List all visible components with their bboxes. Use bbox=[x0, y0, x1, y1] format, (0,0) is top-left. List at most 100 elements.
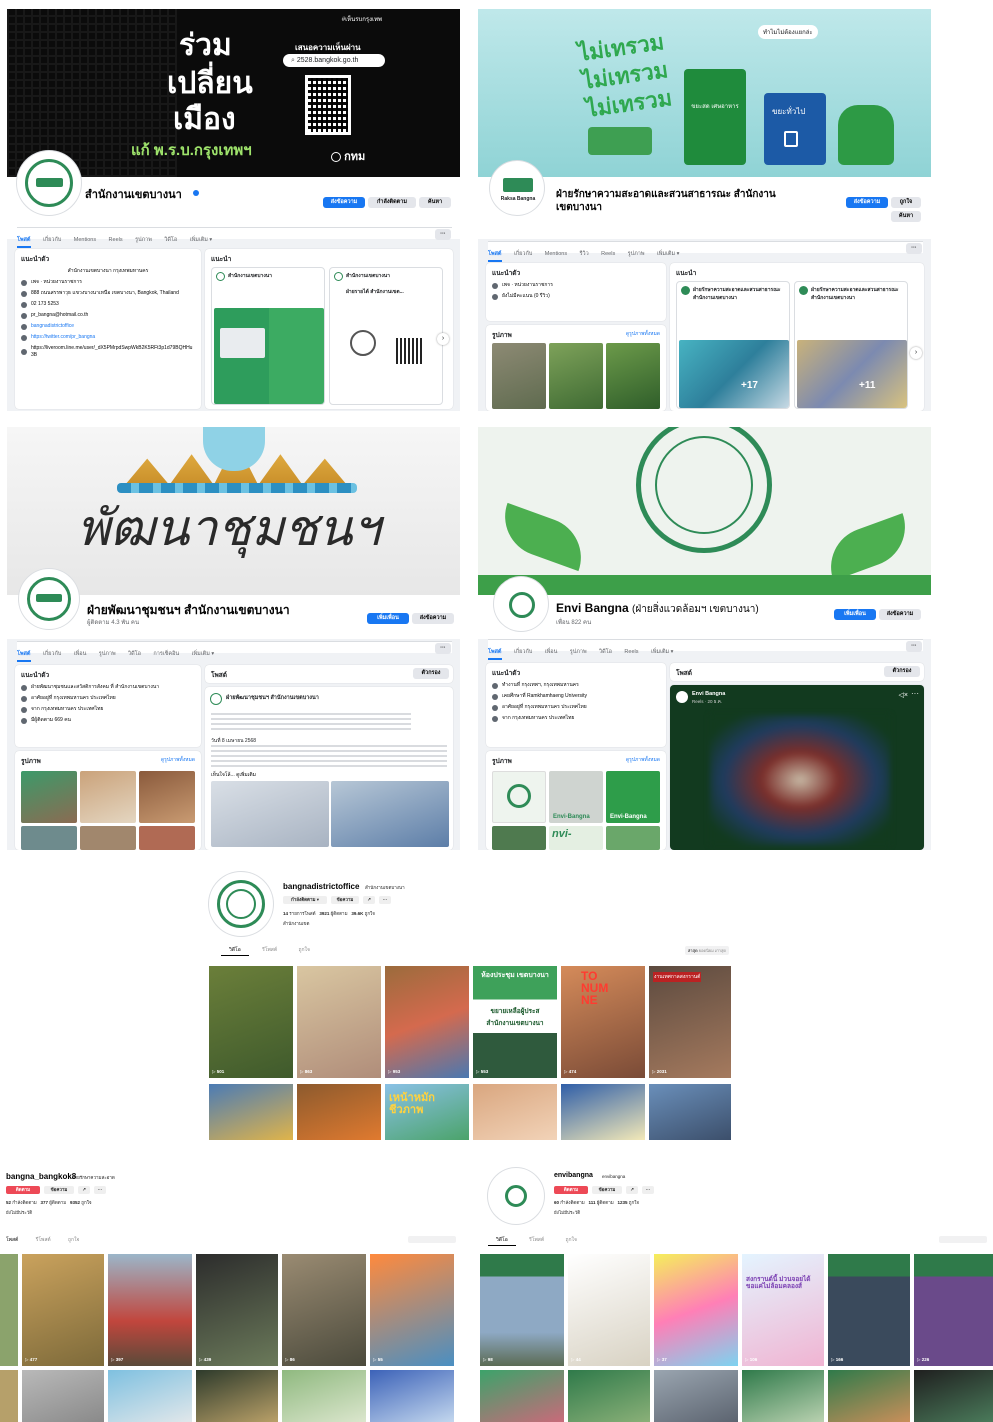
video-thumb[interactable] bbox=[473, 1084, 557, 1140]
photo-thumb[interactable] bbox=[80, 826, 136, 850]
tab-more[interactable]: เพิ่มเติม ▾ bbox=[190, 234, 213, 246]
share-icon[interactable]: ↗ bbox=[626, 1186, 638, 1194]
video-thumb[interactable]: ▷ 226 bbox=[914, 1254, 993, 1366]
more-options-button[interactable]: ··· bbox=[435, 643, 451, 654]
profile-picture[interactable]: Raksa Bangna bbox=[490, 161, 544, 215]
tab-posts[interactable]: โพสต์ bbox=[17, 234, 31, 248]
post-image[interactable] bbox=[331, 781, 449, 847]
video-thumb[interactable]: เหน้าหมัก ชีวภาพ bbox=[385, 1084, 469, 1140]
tab-videos[interactable]: วิดีโอ bbox=[221, 947, 249, 956]
video-thumb[interactable]: ▷ 98 bbox=[480, 1254, 564, 1366]
video-thumb[interactable]: สงกรานต์นี้ ม่วนจอยได้ ขอแค่ไม่ล้อมคลองส… bbox=[742, 1254, 824, 1366]
tab-about[interactable]: เกี่ยวกับ bbox=[43, 648, 61, 660]
tab-reposts[interactable]: รีโพสต์ bbox=[250, 947, 289, 953]
video-thumb[interactable]: ▷ 37 bbox=[654, 1254, 738, 1366]
tab-videos[interactable]: วิดีโอ bbox=[128, 648, 141, 660]
message-button[interactable]: ส่งข้อความ bbox=[323, 197, 365, 208]
tab-posts[interactable]: โพสต์ bbox=[488, 646, 502, 660]
intro-row-link[interactable]: bangnadistrictoffice bbox=[31, 323, 74, 330]
intro-row-link[interactable]: https://twitter.com/pr_bangna bbox=[31, 334, 95, 341]
intro-row-instagram[interactable]: bangnadistrictoffice bbox=[21, 323, 195, 330]
tab-mentions[interactable]: Mentions bbox=[545, 248, 567, 260]
more-options-button[interactable]: ··· bbox=[906, 243, 922, 254]
carousel-next-button[interactable]: › bbox=[437, 333, 449, 345]
video-thumb[interactable] bbox=[0, 1370, 18, 1422]
photo-thumb[interactable] bbox=[21, 826, 77, 850]
photo-thumb[interactable] bbox=[606, 343, 660, 409]
featured-post[interactable]: ฝ่ายรักษาความสะอาดและสวนสาธารณะ สำนักงาน… bbox=[676, 281, 790, 409]
intro-row-line[interactable]: https://liveroom.line.me/user/_dX5PMrpdS… bbox=[21, 345, 195, 359]
video-thumb[interactable]: TO NUM NE ▷ 474 bbox=[561, 966, 645, 1078]
video-thumb[interactable]: ▷ 44 bbox=[568, 1254, 650, 1366]
intro-row-link[interactable]: https://liveroom.line.me/user/_dX5PMrpdS… bbox=[31, 345, 195, 359]
photo-thumb[interactable] bbox=[549, 343, 603, 409]
video-thumb[interactable] bbox=[209, 1084, 293, 1140]
tab-videos[interactable]: วิดีโอ bbox=[488, 1237, 516, 1246]
message-button[interactable]: ข้อความ bbox=[44, 1186, 74, 1194]
filter-button[interactable]: ตัวกรอง bbox=[413, 668, 449, 679]
share-icon[interactable]: ↗ bbox=[78, 1186, 90, 1194]
photo-thumb[interactable] bbox=[80, 771, 136, 823]
more-options-button[interactable]: ··· bbox=[906, 641, 922, 652]
photo-thumb[interactable]: nvi- bbox=[549, 826, 603, 850]
profile-picture[interactable] bbox=[209, 872, 273, 936]
tab-reposts[interactable]: รีโพสต์ bbox=[517, 1237, 556, 1243]
sort-latest[interactable]: ล่าสุด bbox=[688, 948, 698, 953]
video-thumb[interactable] bbox=[742, 1370, 824, 1422]
video-thumb[interactable] bbox=[654, 1370, 738, 1422]
video-thumb[interactable] bbox=[108, 1370, 192, 1422]
sort-popular[interactable]: ยอดนิยม bbox=[699, 948, 714, 953]
photo-thumb[interactable]: Envi-Bangna bbox=[549, 771, 603, 823]
share-icon[interactable]: ↗ bbox=[363, 896, 375, 904]
tab-videos[interactable]: วิดีโอ bbox=[599, 646, 612, 658]
message-button[interactable]: ส่งข้อความ bbox=[879, 609, 921, 620]
post-image[interactable] bbox=[211, 781, 329, 847]
search-button[interactable]: ค้นหา bbox=[419, 197, 451, 208]
photo-thumb[interactable] bbox=[139, 771, 195, 823]
photo-thumb[interactable] bbox=[492, 826, 546, 850]
tab-reels[interactable]: Reels bbox=[624, 646, 638, 658]
sort-oldest[interactable]: เก่าสุด bbox=[715, 948, 726, 953]
video-thumb[interactable]: ▷ 477 bbox=[22, 1254, 104, 1366]
tab-videos[interactable]: วิดีโอ bbox=[164, 234, 177, 246]
tab-photos[interactable]: รูปภาพ bbox=[99, 648, 116, 660]
video-thumb[interactable]: งานเทศกาลสงกรานต์ ▷ 2031 bbox=[649, 966, 731, 1078]
video-thumb[interactable] bbox=[196, 1370, 278, 1422]
tab-friends[interactable]: เพื่อน bbox=[74, 648, 87, 660]
profile-picture[interactable] bbox=[17, 151, 81, 215]
video-thumb[interactable]: ▷ 397 bbox=[108, 1254, 192, 1366]
reel-author[interactable]: Envi Bangna bbox=[692, 691, 725, 697]
video-thumb[interactable] bbox=[828, 1370, 910, 1422]
add-friend-button[interactable]: เพิ่มเพื่อน bbox=[834, 609, 876, 620]
video-thumb[interactable] bbox=[480, 1370, 564, 1422]
message-button[interactable]: ส่งข้อความ bbox=[412, 613, 454, 624]
search-button[interactable]: ค้นหา bbox=[891, 211, 921, 222]
video-thumb[interactable]: ▷ 953 bbox=[385, 966, 469, 1078]
filter-button[interactable]: ตัวกรอง bbox=[884, 666, 920, 677]
tab-reviews[interactable]: รีวิว bbox=[580, 248, 589, 260]
video-thumb[interactable]: ▷ 86 bbox=[282, 1254, 366, 1366]
following-button[interactable]: กำลังติดตาม ▾ bbox=[283, 896, 327, 904]
tab-friends[interactable]: เพื่อน bbox=[545, 646, 558, 658]
video-thumb[interactable] bbox=[370, 1370, 454, 1422]
more-icon[interactable]: ··· bbox=[94, 1186, 106, 1194]
video-thumb[interactable] bbox=[914, 1370, 993, 1422]
tab-more[interactable]: เพิ่มเติม ▾ bbox=[192, 648, 215, 660]
tab-videos[interactable]: โพสต์ bbox=[0, 1237, 24, 1243]
video-thumb[interactable]: ห้องประชุม เขตบางนา ขยายเหลือผู้ประส สำน… bbox=[473, 966, 557, 1078]
tab-liked[interactable]: ถูกใจ bbox=[291, 947, 318, 953]
message-button[interactable]: ข้อความ bbox=[592, 1186, 622, 1194]
tab-more[interactable]: เพิ่มเติม ▾ bbox=[651, 646, 674, 658]
see-all-photos-link[interactable]: ดูรูปภาพทั้งหมด bbox=[626, 756, 660, 764]
see-all-photos-link[interactable]: ดูรูปภาพทั้งหมด bbox=[161, 756, 195, 764]
tab-reels[interactable]: Reels bbox=[109, 234, 123, 246]
tab-posts[interactable]: โพสต์ bbox=[17, 648, 31, 662]
tab-photos[interactable]: รูปภาพ bbox=[570, 646, 587, 658]
tab-mentions[interactable]: Mentions bbox=[74, 234, 96, 246]
video-thumb[interactable]: ▷ 439 bbox=[196, 1254, 278, 1366]
tab-about[interactable]: เกี่ยวกับ bbox=[43, 234, 61, 246]
featured-post[interactable]: สำนักงานเขตบางนา ฝ่ายรายได้ สำนักงานเขต.… bbox=[329, 267, 443, 405]
tab-photos[interactable]: รูปภาพ bbox=[135, 234, 152, 246]
tab-about[interactable]: เกี่ยวกับ bbox=[514, 248, 532, 260]
video-thumb[interactable]: ▷ 863 bbox=[297, 966, 381, 1078]
